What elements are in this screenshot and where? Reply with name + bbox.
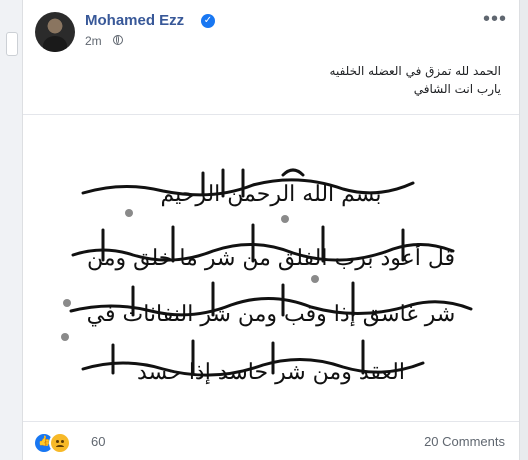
calligraphy-image: بسم الله الرحمن الرحيم قل أعوذ برب الفلق… xyxy=(61,168,473,385)
reaction-count[interactable]: 60 xyxy=(91,434,105,449)
post-card: Mohamed Ezz ✓ 2m ••• الحمد لله تمزق في ا… xyxy=(22,0,520,460)
post-image[interactable]: بسم الله الرحمن الرحيم قل أعوذ برب الفلق… xyxy=(23,114,519,422)
calligraphy-line-1: بسم الله الرحمن الرحيم xyxy=(160,182,381,207)
verified-icon: ✓ xyxy=(201,14,215,28)
post-footer: 60 20 Comments xyxy=(23,420,519,460)
more-options-icon[interactable]: ••• xyxy=(483,8,507,31)
calligraphy-line-4: العقد ومن شر حاسد إذا حسد xyxy=(137,360,405,385)
post-time[interactable]: 2m xyxy=(85,34,102,48)
left-panel-handle[interactable] xyxy=(6,32,18,56)
author-name[interactable]: Mohamed Ezz xyxy=(85,12,184,29)
comments-link[interactable]: 20 Comments xyxy=(424,434,505,449)
calligraphy-line-2: قل أعوذ برب الفلق من شر ما خلق ومن xyxy=(87,242,455,271)
left-panel xyxy=(0,0,22,460)
avatar[interactable] xyxy=(35,12,75,52)
calligraphy-line-3: شر غاسق إذا وقب ومن شر النفاثات في xyxy=(87,302,456,327)
caption-line-1: الحمد لله تمزق في العضله الخلفيه xyxy=(329,64,501,78)
post-caption: الحمد لله تمزق في العضله الخلفيه يارب ان… xyxy=(61,64,501,100)
globe-icon xyxy=(113,35,123,45)
sad-reaction-icon[interactable] xyxy=(49,432,71,454)
post-header: Mohamed Ezz ✓ 2m ••• xyxy=(23,0,519,58)
caption-line-2: يارب انت الشافي xyxy=(413,82,501,96)
